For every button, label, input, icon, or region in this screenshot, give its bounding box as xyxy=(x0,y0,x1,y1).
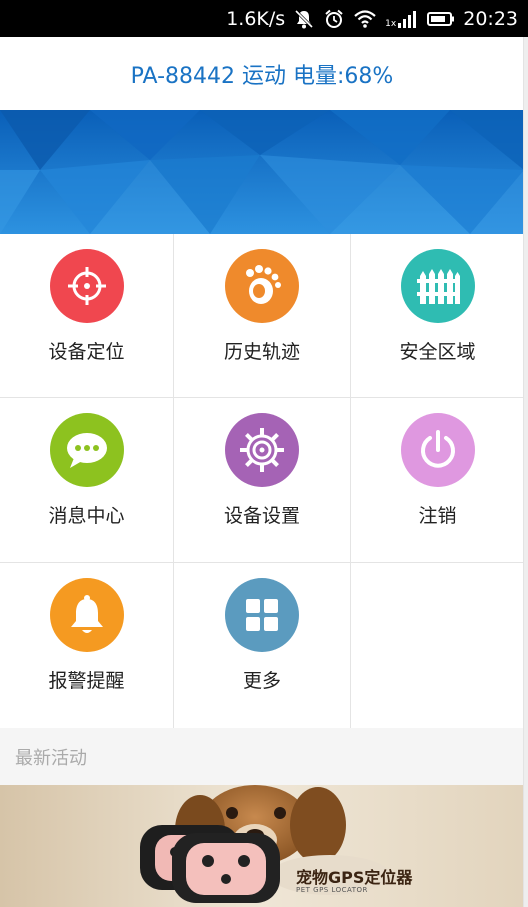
menu-more[interactable]: 更多 xyxy=(174,563,350,728)
chat-bubble-icon xyxy=(49,413,124,487)
footprint-icon xyxy=(225,249,299,323)
menu-label: 设备定位 xyxy=(48,341,125,363)
menu-label: 消息中心 xyxy=(48,505,125,527)
alarm-icon xyxy=(323,8,345,30)
net-speed: 1.6K/s xyxy=(226,7,286,30)
menu-history-track[interactable]: 历史轨迹 xyxy=(174,234,350,397)
menu-label: 设备设置 xyxy=(223,505,300,527)
fence-icon xyxy=(400,249,475,323)
menu-message-center[interactable]: 消息中心 xyxy=(0,398,173,562)
signal-icon: 1x xyxy=(385,9,419,29)
menu-grid: 设备定位 历史轨迹 安全区域 消息中心 设备设置 注销 报警提醒 更多 xyxy=(0,234,524,728)
mute-icon xyxy=(293,8,315,30)
promo-banner[interactable]: 宠物GPS定位器 PET GPS LOCATOR xyxy=(0,785,524,907)
promo-subtitle: PET GPS LOCATOR xyxy=(296,886,368,894)
app-screen: 1.6K/s 1x 20:23 PA-88442 运动 电量:68% 设备定位 … xyxy=(0,0,528,907)
menu-safe-zone[interactable]: 安全区域 xyxy=(351,234,524,397)
latest-activity-heading: 最新活动 xyxy=(0,728,524,785)
menu-label: 安全区域 xyxy=(399,341,476,363)
page-title: PA-88442 运动 电量:68% xyxy=(130,63,394,89)
menu-label: 报警提醒 xyxy=(48,670,125,692)
menu-label: 更多 xyxy=(242,670,281,692)
scrollbar-track[interactable] xyxy=(523,37,528,907)
crosshair-icon xyxy=(49,249,124,323)
bell-icon xyxy=(49,578,124,652)
wifi-icon xyxy=(353,9,377,29)
menu-alarm-reminder[interactable]: 报警提醒 xyxy=(0,563,173,728)
grid-icon xyxy=(225,578,299,652)
status-bar: 1.6K/s 1x 20:23 xyxy=(0,0,528,37)
promo-illustration xyxy=(0,785,524,907)
section-title: 最新活动 xyxy=(15,747,87,769)
promo-title: 宠物GPS定位器 xyxy=(296,868,413,887)
menu-logout[interactable]: 注销 xyxy=(351,398,524,562)
menu-label: 历史轨迹 xyxy=(223,341,300,363)
power-icon xyxy=(400,413,475,487)
banner-image[interactable] xyxy=(0,110,524,234)
menu-device-settings[interactable]: 设备设置 xyxy=(174,398,350,562)
gear-icon xyxy=(225,413,299,487)
menu-label: 注销 xyxy=(418,505,457,527)
device-header: PA-88442 运动 电量:68% xyxy=(0,37,524,110)
battery-icon xyxy=(427,11,455,27)
menu-device-location[interactable]: 设备定位 xyxy=(0,234,173,397)
clock: 20:23 xyxy=(463,7,518,30)
